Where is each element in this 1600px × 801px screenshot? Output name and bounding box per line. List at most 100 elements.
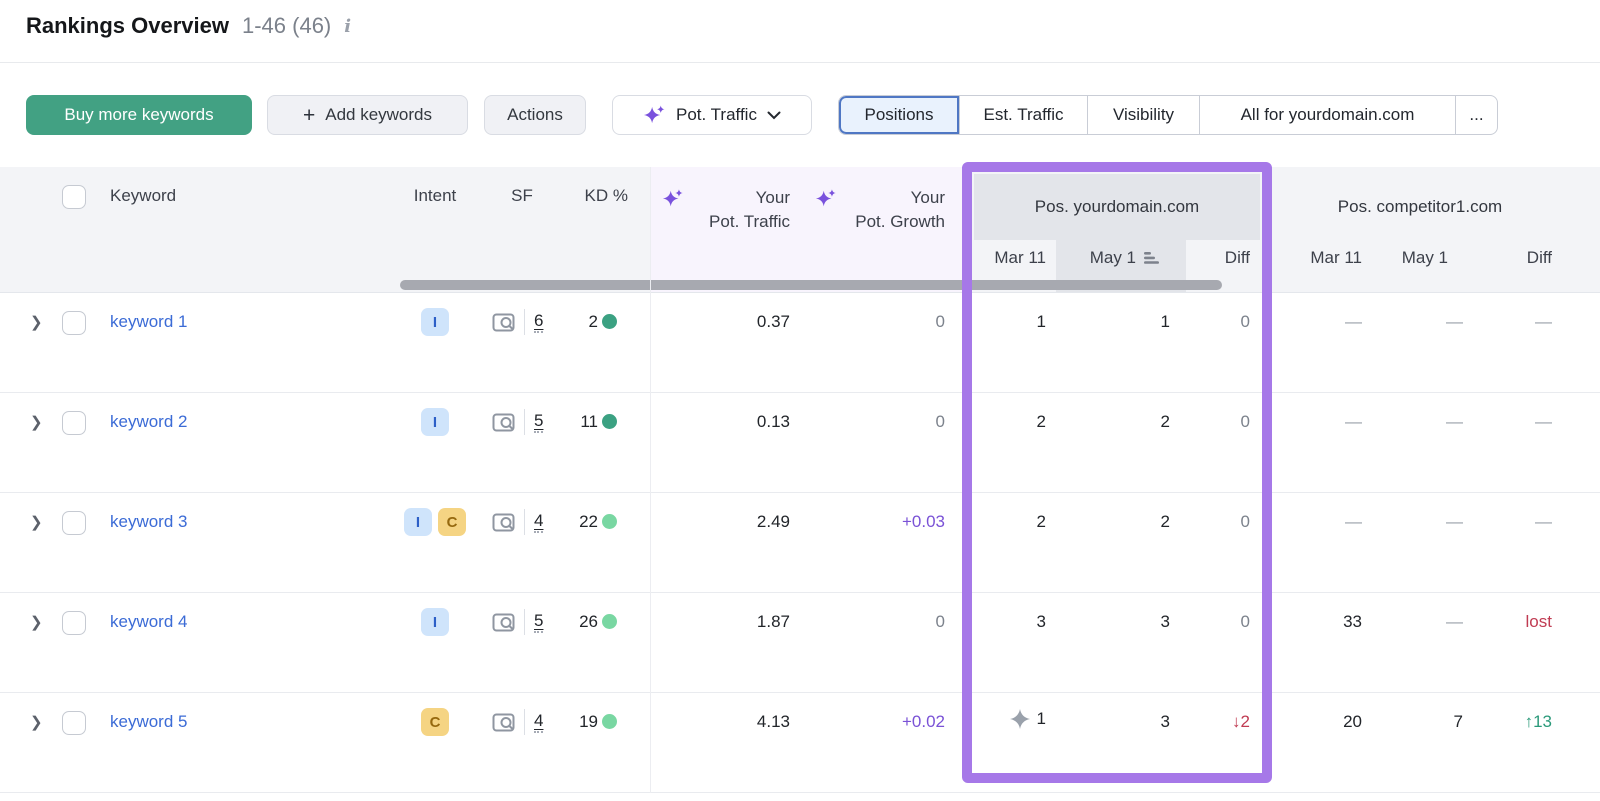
table-row: ❯ keyword 2 I 5 11 0.13 0 2 2 0 — — — — [0, 393, 1600, 493]
intent-badge: C — [421, 708, 449, 736]
tab-visibility[interactable]: Visibility — [1087, 96, 1199, 134]
comp-may1-position: — — [1446, 612, 1463, 631]
comp-diff-value: — — [1535, 512, 1552, 531]
serp-features-icon[interactable] — [492, 612, 515, 633]
comp-diff-value: — — [1535, 312, 1552, 331]
serp-features-count[interactable]: 4 — [534, 511, 544, 533]
your-diff-value: 0 — [1240, 312, 1250, 331]
tab-more[interactable]: ... — [1455, 96, 1497, 134]
row-expander-icon[interactable]: ❯ — [30, 413, 43, 431]
subcol-comp-may1[interactable]: May 1 — [1402, 248, 1448, 268]
pot-traffic-value: 0.13 — [756, 412, 790, 431]
group-header-yourdomain: Pos. yourdomain.com — [974, 174, 1260, 240]
divider — [524, 509, 525, 535]
your-mar11-position: 2 — [1036, 512, 1046, 531]
divider — [524, 309, 525, 335]
chevron-down-icon — [767, 111, 781, 119]
your-diff-value: 0 — [1240, 612, 1250, 631]
serp-features-count[interactable]: 6 — [534, 311, 544, 333]
results-count: 1-46 (46) — [241, 13, 332, 38]
comp-diff-value: ↑13 — [1524, 712, 1552, 731]
pot-traffic-value: 2.49 — [756, 512, 790, 531]
intent-badge: I — [421, 408, 449, 436]
intent-cell: I — [400, 408, 470, 436]
your-diff-value: ↓2 — [1232, 712, 1250, 731]
keyword-link[interactable]: keyword 1 — [110, 312, 187, 332]
row-checkbox[interactable] — [62, 311, 86, 335]
serp-features-icon[interactable] — [492, 312, 515, 333]
tab-all-for-yourdomain[interactable]: All for yourdomain.com — [1199, 96, 1455, 134]
col-header-pot-growth[interactable]: Your Pot. Growth — [855, 186, 945, 234]
tab-est-traffic[interactable]: Est. Traffic — [959, 96, 1087, 134]
tab-positions[interactable]: Positions — [839, 96, 959, 134]
actions-button[interactable]: Actions — [484, 95, 586, 135]
buy-more-keywords-button[interactable]: Buy more keywords — [26, 95, 252, 135]
serp-features-count[interactable]: 5 — [534, 611, 544, 633]
subcol-your-diff[interactable]: Diff — [1225, 248, 1250, 268]
comp-mar11-position: 33 — [1343, 612, 1362, 631]
serp-features-icon[interactable] — [492, 712, 515, 733]
table-row: ❯ keyword 1 I 6 2 0.37 0 1 1 0 — — — — [0, 293, 1600, 393]
serp-features-icon[interactable] — [492, 412, 515, 433]
kd-difficulty-dot — [602, 714, 617, 729]
your-may1-position: 2 — [1160, 412, 1170, 431]
col-header-pot-traffic[interactable]: Your Pot. Traffic — [709, 186, 790, 234]
intent-cell: C — [400, 708, 470, 736]
intent-cell: I — [400, 308, 470, 336]
comp-may1-position: — — [1446, 512, 1463, 531]
comp-mar11-position: 20 — [1343, 712, 1362, 731]
subcol-comp-mar11[interactable]: Mar 11 — [1310, 248, 1362, 268]
view-tabs: Positions Est. Traffic Visibility All fo… — [838, 95, 1498, 135]
select-all-checkbox[interactable] — [62, 185, 86, 209]
intent-badge: C — [438, 508, 466, 536]
row-checkbox[interactable] — [62, 611, 86, 635]
serp-feature-star-icon[interactable] — [1009, 708, 1031, 730]
metric-dropdown[interactable]: Pot. Traffic — [612, 95, 812, 135]
row-expander-icon[interactable]: ❯ — [30, 513, 43, 531]
row-checkbox[interactable] — [62, 411, 86, 435]
pot-traffic-value: 4.13 — [756, 712, 790, 731]
serp-features-count[interactable]: 5 — [534, 411, 544, 433]
subcol-your-may1[interactable]: May 1 — [1090, 248, 1160, 268]
keyword-link[interactable]: keyword 3 — [110, 512, 187, 532]
row-checkbox[interactable] — [62, 511, 86, 535]
serp-features-count[interactable]: 4 — [534, 711, 544, 733]
divider — [524, 609, 525, 635]
keyword-link[interactable]: keyword 4 — [110, 612, 187, 632]
kd-value: 19 — [579, 712, 598, 731]
row-expander-icon[interactable]: ❯ — [30, 713, 43, 731]
pot-traffic-line2: Pot. Traffic — [709, 212, 790, 231]
title-divider — [0, 62, 1600, 63]
your-mar11-position-cell: 1 — [1009, 708, 1046, 730]
col-header-kd: KD % — [584, 186, 628, 205]
kd-value: 11 — [580, 412, 598, 431]
pot-traffic-value: 1.87 — [756, 612, 790, 631]
subcol-comp-diff[interactable]: Diff — [1527, 248, 1552, 268]
row-checkbox[interactable] — [62, 711, 86, 735]
your-mar11-position: 2 — [1036, 412, 1046, 431]
kd-value: 22 — [579, 512, 598, 531]
horizontal-scrollbar[interactable] — [400, 280, 1222, 290]
row-expander-icon[interactable]: ❯ — [30, 313, 43, 331]
table-header: Keyword Intent SF KD % Your Pot. Traffic… — [0, 167, 1600, 293]
row-expander-icon[interactable]: ❯ — [30, 613, 43, 631]
actions-label: Actions — [507, 105, 563, 124]
table-row: ❯ keyword 4 I 5 26 1.87 0 3 3 0 33 — los… — [0, 593, 1600, 693]
intent-cell: I C — [400, 508, 470, 536]
keyword-link[interactable]: keyword 5 — [110, 712, 187, 732]
your-mar11-position: 1 — [1036, 312, 1046, 331]
col-header-keyword: Keyword — [110, 186, 177, 205]
subcol-your-mar11[interactable]: Mar 11 — [994, 248, 1046, 268]
comp-diff-value: lost — [1525, 612, 1552, 631]
sparkles-icon — [643, 104, 665, 123]
metric-dropdown-value: Pot. Traffic — [676, 105, 757, 124]
divider — [524, 709, 525, 735]
table-row: ❯ keyword 5 C 4 19 4.13 +0.02 1 3 ↓2 20 … — [0, 693, 1600, 793]
sparkles-icon — [662, 189, 683, 207]
kd-value: 2 — [588, 312, 598, 331]
keyword-link[interactable]: keyword 2 — [110, 412, 187, 432]
info-icon[interactable]: i — [344, 16, 351, 37]
kd-difficulty-dot — [602, 314, 617, 329]
add-keywords-button[interactable]: + Add keywords — [267, 95, 468, 135]
serp-features-icon[interactable] — [492, 512, 515, 533]
